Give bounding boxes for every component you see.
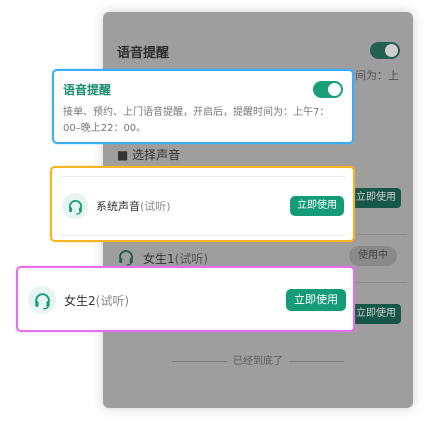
voice-reminder-toggle[interactable] bbox=[313, 81, 343, 98]
system-sound-preview[interactable]: (试听) bbox=[140, 198, 171, 214]
female2-preview[interactable]: (试听) bbox=[96, 292, 129, 309]
panel-in-use-badge: 使用中 bbox=[349, 246, 397, 266]
panel-toggle[interactable] bbox=[370, 42, 400, 59]
female2-use-button[interactable]: 立即使用 bbox=[286, 289, 346, 311]
end-of-list-text: 已经到底了 bbox=[103, 352, 413, 367]
system-sound-card: 系统声音 (试听) 立即使用 bbox=[50, 166, 355, 242]
divider bbox=[60, 176, 345, 177]
female2-card: 女生2 (试听) 立即使用 bbox=[16, 266, 355, 332]
female2-item[interactable]: 女生2 (试听) bbox=[28, 286, 129, 314]
female2-name: 女生2 bbox=[64, 293, 96, 308]
voice-reminder-description: 接单、预约、上门语音提醒，开启后，提醒时间为：上午7：00–晚上22：00。 bbox=[63, 107, 330, 134]
voice-reminder-card: 语音提醒 接单、预约、上门语音提醒，开启后，提醒时间为：上午7：00–晚上22：… bbox=[52, 69, 354, 144]
panel-item-name: 女生1 bbox=[143, 252, 175, 266]
panel-title: 语音提醒 bbox=[117, 46, 170, 61]
voice-reminder-title: 语音提醒 bbox=[63, 83, 112, 97]
system-sound-name: 系统声音 bbox=[96, 200, 140, 213]
panel-item-sub: (试听) bbox=[174, 252, 209, 266]
toggle-knob bbox=[328, 83, 341, 96]
headset-icon bbox=[62, 193, 88, 219]
divider bbox=[60, 235, 345, 236]
panel-section-label: ■ 选择声音 bbox=[117, 148, 181, 162]
panel-use-button-1[interactable]: 立即使用 bbox=[351, 188, 401, 208]
system-sound-item[interactable]: 系统声音 (试听) bbox=[62, 193, 171, 219]
headset-icon bbox=[28, 286, 56, 314]
panel-truncated-text: 间为：上 bbox=[355, 69, 399, 82]
panel-use-button-2[interactable]: 立即使用 bbox=[351, 304, 401, 324]
system-sound-use-button[interactable]: 立即使用 bbox=[290, 196, 344, 216]
